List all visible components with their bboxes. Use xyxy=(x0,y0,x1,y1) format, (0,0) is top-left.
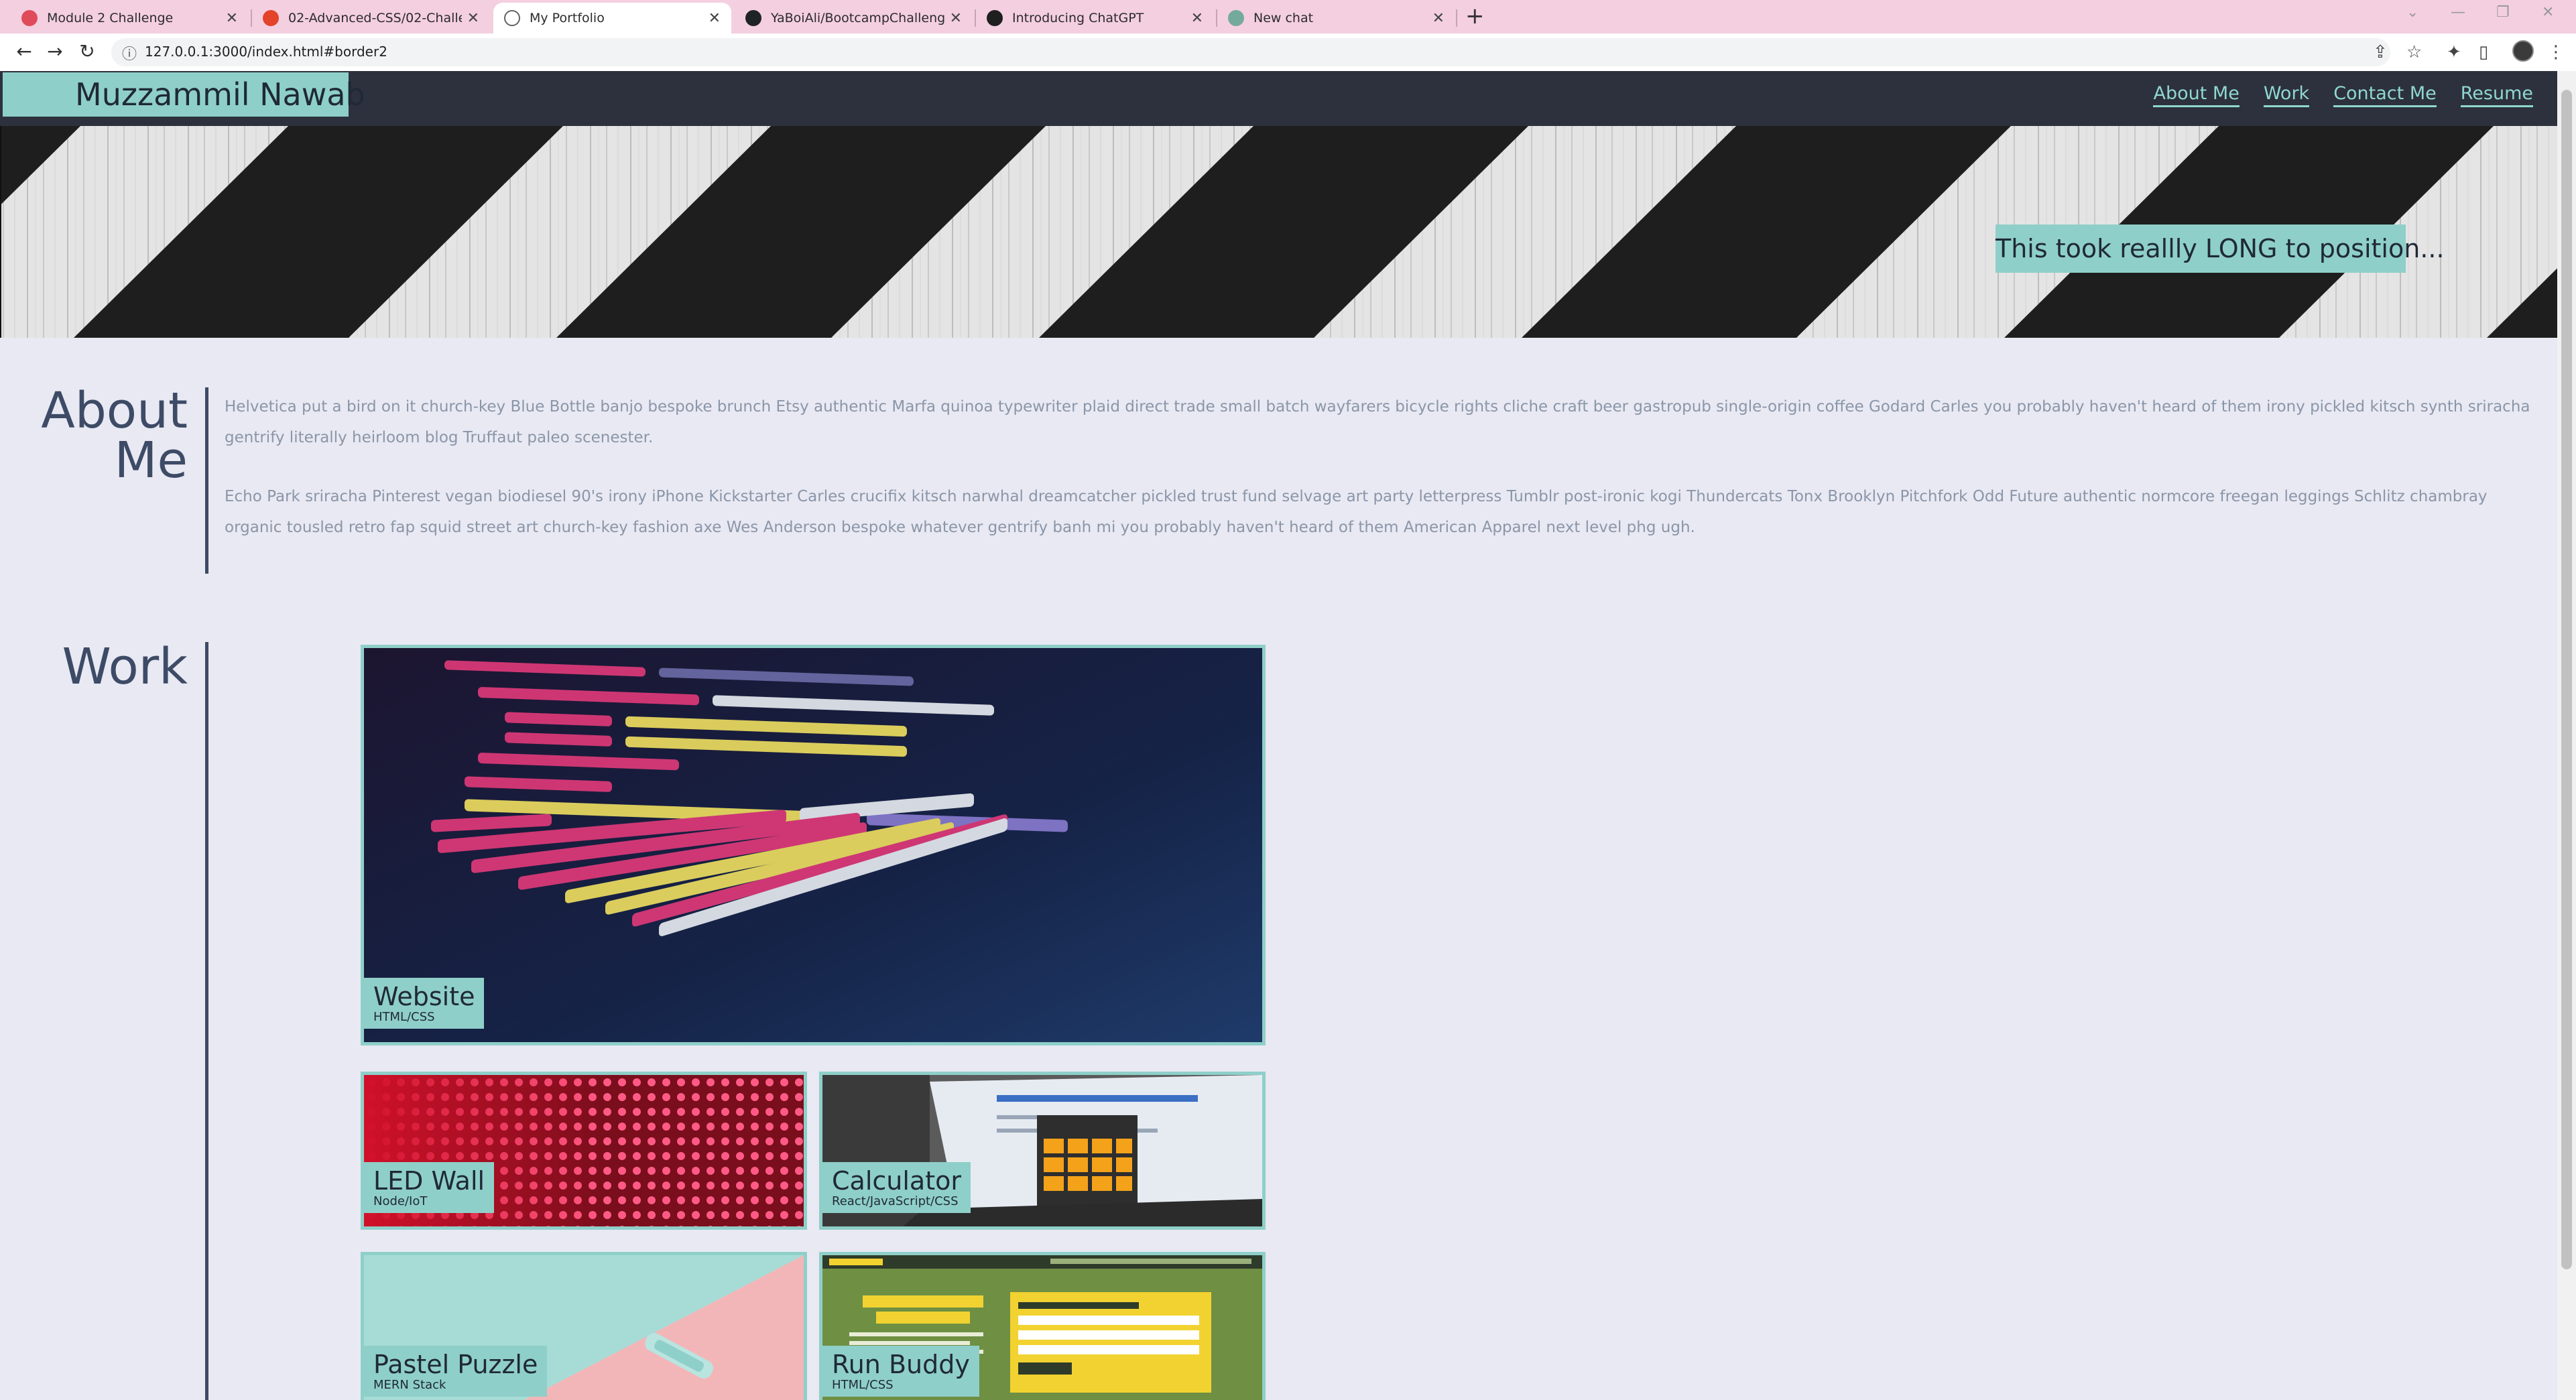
project-name: Pastel Puzzle xyxy=(373,1350,538,1379)
openai-icon xyxy=(987,10,1003,26)
tab-title: YaBoiAli/BootcampChallenge2 xyxy=(771,11,944,25)
project-label: Pastel Puzzle MERN Stack xyxy=(364,1346,548,1397)
profile-avatar[interactable] xyxy=(2512,40,2534,62)
close-icon[interactable]: ✕ xyxy=(467,10,479,27)
project-tech: HTML/CSS xyxy=(373,1010,435,1024)
about-title-line-2: Me xyxy=(114,432,188,489)
tab-search-chevron-icon[interactable]: ⌄ xyxy=(2406,4,2418,21)
close-icon[interactable]: ✕ xyxy=(950,10,962,27)
browser-tab-active[interactable]: My Portfolio ✕ xyxy=(493,3,731,34)
about-paragraph: Echo Park sriracha Pinterest vegan biodi… xyxy=(225,488,2488,536)
share-icon[interactable]: ⇪ xyxy=(2373,42,2388,62)
tab-title: My Portfolio xyxy=(530,11,605,25)
hero-tagline: This took reallly LONG to position... xyxy=(1996,225,2445,273)
new-tab-plus-icon[interactable]: + xyxy=(1465,3,1485,29)
browser-tab[interactable]: YaBoiAli/BootcampChallenge2 ✕ xyxy=(735,3,973,34)
browser-tab[interactable]: New chat ✕ xyxy=(1217,3,1455,34)
maximize-icon[interactable]: ❐ xyxy=(2496,4,2510,21)
nav-link-about-me[interactable]: About Me xyxy=(2153,83,2240,107)
tab-title: 02-Advanced-CSS/02-Challenge xyxy=(288,11,462,25)
project-label: Calculator React/JavaScript/CSS xyxy=(822,1162,971,1213)
project-card-calculator[interactable]: Calculator React/JavaScript/CSS xyxy=(819,1072,1266,1230)
github-icon xyxy=(745,10,761,26)
browser-tab-bar: Module 2 Challenge ✕ 02-Advanced-CSS/02-… xyxy=(0,0,2576,34)
code-screenshot-image xyxy=(364,648,1262,1042)
chat-icon xyxy=(1228,10,1244,26)
minimize-icon[interactable]: — xyxy=(2451,4,2465,21)
browser-tab[interactable]: Module 2 Challenge ✕ xyxy=(11,3,249,34)
project-tech: HTML/CSS xyxy=(832,1378,894,1392)
project-card-pastel-puzzle[interactable]: Pastel Puzzle MERN Stack xyxy=(361,1252,807,1400)
tab-title: New chat xyxy=(1253,11,1314,25)
globe-icon xyxy=(504,10,520,26)
reload-icon[interactable]: ↻ xyxy=(75,40,99,62)
site-nav: About Me Work Contact Me Resume xyxy=(2153,83,2557,107)
project-tech: MERN Stack xyxy=(373,1378,446,1392)
site-header: Muzzammil Nawab About Me Work Contact Me… xyxy=(0,71,2557,126)
close-icon[interactable]: ✕ xyxy=(709,10,721,27)
tab-favicon-icon xyxy=(21,10,38,26)
project-card-led-wall[interactable]: LED Wall Node/IoT xyxy=(361,1072,807,1230)
project-tech: Node/IoT xyxy=(373,1194,428,1208)
tab-separator xyxy=(1456,9,1457,27)
window-close-icon[interactable]: ✕ xyxy=(2542,4,2554,21)
close-icon[interactable]: ✕ xyxy=(1432,10,1445,27)
back-arrow-icon[interactable]: ← xyxy=(12,40,36,62)
menu-kebab-icon[interactable]: ⋮ xyxy=(2547,42,2565,62)
tab-title: Module 2 Challenge xyxy=(47,11,174,25)
work-divider xyxy=(205,642,208,1400)
close-icon[interactable]: ✕ xyxy=(226,10,238,27)
project-name: LED Wall xyxy=(373,1166,485,1196)
project-label: Website HTML/CSS xyxy=(364,978,485,1029)
project-name: Run Buddy xyxy=(832,1350,970,1379)
side-panel-icon[interactable]: ▯ xyxy=(2479,42,2488,62)
about-divider xyxy=(205,387,208,574)
project-label: Run Buddy HTML/CSS xyxy=(822,1346,979,1397)
page-scrollbar[interactable] xyxy=(2557,71,2576,1400)
scrollbar-thumb[interactable] xyxy=(2561,90,2572,1269)
project-name: Calculator xyxy=(832,1166,961,1196)
browser-toolbar: ← → ↻ ⓘ 127.0.0.1:3000/index.html#border… xyxy=(0,34,2576,71)
browser-tab[interactable]: Introducing ChatGPT ✕ xyxy=(976,3,1214,34)
project-name: Website xyxy=(373,982,475,1011)
tab-title: Introducing ChatGPT xyxy=(1012,11,1144,25)
project-label: LED Wall Node/IoT xyxy=(364,1162,495,1213)
tab-favicon-icon xyxy=(263,10,279,26)
url-text[interactable]: 127.0.0.1:3000/index.html#border2 xyxy=(145,44,387,60)
project-card-website[interactable]: Website HTML/CSS xyxy=(361,645,1266,1045)
address-bar[interactable] xyxy=(111,38,2390,66)
nav-link-work[interactable]: Work xyxy=(2263,83,2310,107)
project-tech: React/JavaScript/CSS xyxy=(832,1194,959,1208)
forward-arrow-icon[interactable]: → xyxy=(43,40,67,62)
nav-link-resume[interactable]: Resume xyxy=(2460,83,2533,107)
work-heading: Work xyxy=(62,638,188,696)
close-icon[interactable]: ✕ xyxy=(1191,10,1203,27)
info-icon[interactable]: ⓘ xyxy=(122,42,137,64)
bookmark-star-icon[interactable]: ☆ xyxy=(2406,42,2422,62)
extensions-puzzle-icon[interactable]: ✦ xyxy=(2447,42,2461,62)
about-paragraph: Helvetica put a bird on it church-key Bl… xyxy=(225,398,2530,446)
project-card-run-buddy[interactable]: Run Buddy HTML/CSS xyxy=(819,1252,1266,1400)
browser-tab[interactable]: 02-Advanced-CSS/02-Challenge ✕ xyxy=(252,3,490,34)
about-me-heading: About Me xyxy=(27,386,188,485)
nav-link-contact-me[interactable]: Contact Me xyxy=(2333,83,2437,107)
site-name: Muzzammil Nawab xyxy=(3,72,365,117)
